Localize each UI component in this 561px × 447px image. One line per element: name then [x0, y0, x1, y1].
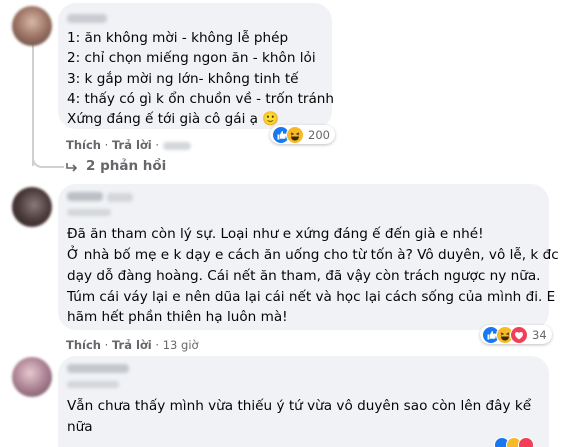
- reaction-summary[interactable]: [494, 437, 534, 447]
- author-subtitle: [67, 209, 111, 216]
- avatar[interactable]: [12, 187, 52, 227]
- thread-line: [32, 44, 34, 166]
- comment-line: nữa: [67, 419, 93, 435]
- reaction-summary[interactable]: 200: [270, 125, 335, 144]
- avatar[interactable]: [12, 357, 52, 397]
- comment-line: Đã ăn tham còn lý sự. Loại như e xứng đá…: [67, 226, 484, 242]
- comment-timestamp[interactable]: [162, 142, 191, 150]
- like-link[interactable]: Thích: [66, 138, 101, 152]
- comment-line: 3: k gắp mời ng lớn- không tinh tế: [67, 71, 299, 87]
- author-name[interactable]: [67, 364, 129, 373]
- comment-line: Ở nhà bố mẹ e k dạy e cách ăn uống cho t…: [67, 247, 559, 263]
- comment-bubble: Vẫn chưa thấy mình vừa thiếu ý tứ vừa vô…: [58, 356, 549, 447]
- comment-actions: Thích · Trả lời · 13 giờ: [66, 338, 199, 352]
- comment-line: Vẫn chưa thấy mình vừa thiếu ý tứ vừa vô…: [67, 398, 532, 414]
- comment-timestamp[interactable]: 13 giờ: [163, 338, 199, 352]
- reply-link[interactable]: Trả lời: [112, 138, 152, 152]
- author-name[interactable]: [67, 192, 103, 201]
- comment-line: 1: ăn không mời - không lễ phép: [67, 30, 289, 46]
- thread-branch: [32, 152, 64, 168]
- author-name[interactable]: [67, 14, 107, 23]
- like-link[interactable]: Thích: [66, 338, 101, 352]
- comment-actions: Thích · Trả lời ·: [66, 138, 191, 152]
- comment-line: hãm hết phần thiên hạ luôn mà!: [67, 309, 288, 325]
- comment-line: Xứng đáng ế tới già cô gái ạ 🙂: [67, 111, 280, 127]
- replies-count-label: 2 phản hồi: [86, 158, 167, 174]
- reaction-summary[interactable]: 34: [480, 325, 552, 344]
- love-reaction-icon: [518, 437, 534, 447]
- reaction-count: 200: [308, 127, 330, 142]
- comment-line: 2: chỉ chọn miếng ngon ăn - khôn lỏi: [67, 50, 316, 66]
- comment-bubble: Đã ăn tham còn lý sự. Loại như e xứng đá…: [58, 184, 559, 330]
- comment-line: dạy dỗ đàng hoàng. Cái nết ăn tham, đã v…: [67, 268, 541, 284]
- avatar[interactable]: [12, 6, 52, 46]
- comment-line: Túm cái váy lại e nên dũa lại cái nết và…: [67, 289, 556, 305]
- author-subtitle: [67, 381, 119, 388]
- haha-reaction-icon: [286, 125, 304, 144]
- view-replies-link[interactable]: 2 phản hồi: [64, 158, 166, 174]
- reply-arrow-icon: [64, 159, 80, 173]
- comment-line: 4: thấy có gì k ổn chuồn về - trốn tránh: [67, 91, 335, 107]
- reaction-count: 34: [532, 327, 547, 342]
- reply-link[interactable]: Trả lời: [112, 338, 152, 352]
- comment-bubble: 1: ăn không mời - không lễ phép 2: chỉ c…: [58, 3, 335, 129]
- love-reaction-icon: [510, 325, 528, 344]
